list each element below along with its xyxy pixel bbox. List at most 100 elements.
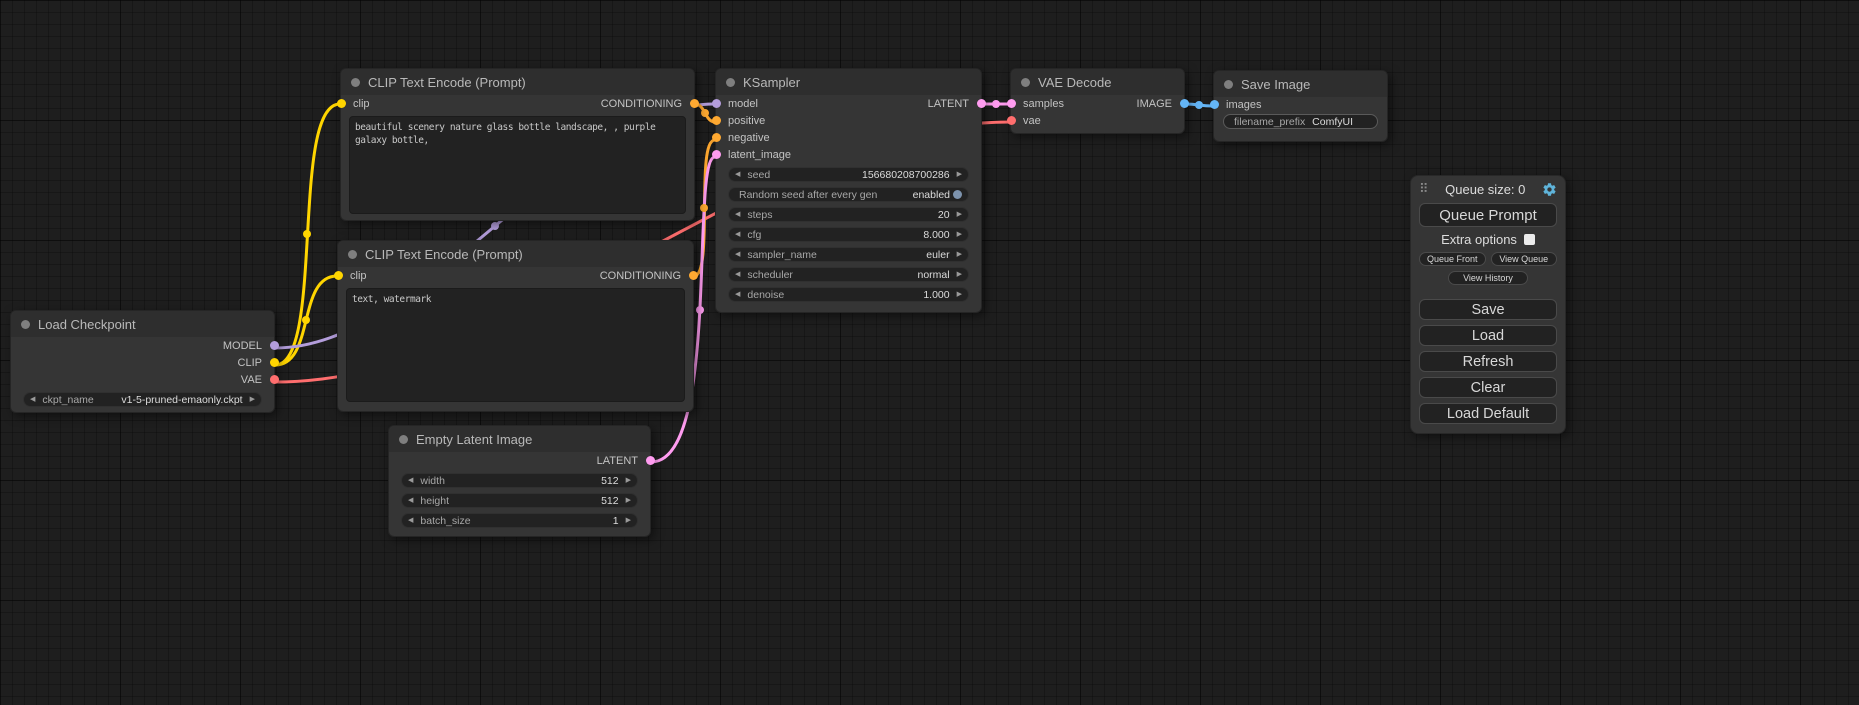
node-title-bar[interactable]: Empty Latent Image (389, 426, 650, 452)
widget-label: height (420, 495, 449, 507)
clip-output-port[interactable] (270, 358, 279, 367)
samples-input-port[interactable] (1007, 99, 1016, 108)
node-clip-text-encode-negative[interactable]: CLIP Text Encode (Prompt) clip CONDITION… (337, 240, 694, 412)
width-widget[interactable]: ◀ width 512 ▶ (401, 473, 638, 488)
decrement-arrow-icon[interactable]: ◀ (735, 291, 740, 298)
vae-output-port[interactable] (270, 375, 279, 384)
node-collapse-dot[interactable] (21, 320, 30, 329)
view-history-button[interactable]: View History (1448, 271, 1528, 285)
increment-arrow-icon[interactable]: ▶ (626, 497, 631, 504)
decrement-arrow-icon[interactable]: ◀ (408, 477, 413, 484)
decrement-arrow-icon[interactable]: ◀ (735, 231, 740, 238)
increment-arrow-icon[interactable]: ▶ (626, 517, 631, 524)
menu-drag-handle-icon[interactable]: ⠿ (1419, 181, 1429, 197)
port-label: VAE (241, 374, 262, 386)
increment-arrow-icon[interactable]: ▶ (957, 171, 962, 178)
prompt-textarea[interactable]: beautiful scenery nature glass bottle la… (349, 116, 686, 214)
image-output-port[interactable] (1180, 99, 1189, 108)
node-collapse-dot[interactable] (399, 435, 408, 444)
increment-arrow-icon[interactable]: ▶ (626, 477, 631, 484)
node-collapse-dot[interactable] (348, 250, 357, 259)
port-row: vae (1011, 112, 1184, 129)
widget-label: denoise (747, 289, 784, 301)
port-label: LATENT (597, 455, 638, 467)
node-title-bar[interactable]: CLIP Text Encode (Prompt) (341, 69, 694, 95)
extra-options-checkbox[interactable] (1524, 234, 1535, 245)
settings-gear-icon[interactable] (1542, 182, 1557, 197)
node-collapse-dot[interactable] (1224, 80, 1233, 89)
node-ksampler[interactable]: KSampler model LATENT positive negative … (715, 68, 982, 313)
node-collapse-dot[interactable] (351, 78, 360, 87)
node-load-checkpoint[interactable]: Load Checkpoint MODEL CLIP VAE ◀ ckpt_na… (10, 310, 275, 413)
increment-arrow-icon[interactable]: ▶ (957, 211, 962, 218)
node-empty-latent-image[interactable]: Empty Latent Image LATENT ◀ width 512 ▶ … (388, 425, 651, 537)
latent-output-port[interactable] (646, 456, 655, 465)
decrement-arrow-icon[interactable]: ◀ (735, 271, 740, 278)
queue-front-button[interactable]: Queue Front (1419, 252, 1486, 266)
queue-prompt-button[interactable]: Queue Prompt (1419, 203, 1557, 227)
widget-label: steps (747, 209, 772, 221)
positive-input-port[interactable] (712, 116, 721, 125)
increment-arrow-icon[interactable]: ▶ (957, 251, 962, 258)
widget-value: enabled (913, 189, 950, 201)
node-title-bar[interactable]: CLIP Text Encode (Prompt) (338, 241, 693, 267)
node-clip-text-encode-positive[interactable]: CLIP Text Encode (Prompt) clip CONDITION… (340, 68, 695, 221)
decrement-arrow-icon[interactable]: ◀ (408, 497, 413, 504)
decrement-arrow-icon[interactable]: ◀ (408, 517, 413, 524)
increment-arrow-icon[interactable]: ▶ (250, 396, 255, 403)
decrement-arrow-icon[interactable]: ◀ (735, 171, 740, 178)
port-label: clip (353, 98, 370, 110)
seed-widget[interactable]: ◀ seed 156680208700286 ▶ (728, 167, 969, 182)
node-save-image[interactable]: Save Image images filename_prefix ComfyU… (1213, 70, 1388, 142)
decrement-arrow-icon[interactable]: ◀ (30, 396, 35, 403)
images-input-port[interactable] (1210, 100, 1219, 109)
widget-label: scheduler (747, 269, 793, 281)
node-graph-canvas[interactable]: CLIP Text Encode (Prompt) clip CONDITION… (0, 0, 1859, 705)
conditioning-output-port[interactable] (690, 99, 699, 108)
vae-input-port[interactable] (1007, 116, 1016, 125)
port-row: model LATENT (716, 95, 981, 112)
height-widget[interactable]: ◀ height 512 ▶ (401, 493, 638, 508)
latent-output-port[interactable] (977, 99, 986, 108)
refresh-button[interactable]: Refresh (1419, 351, 1557, 372)
widget-value: 8.000 (923, 229, 949, 241)
increment-arrow-icon[interactable]: ▶ (957, 231, 962, 238)
model-output-port[interactable] (270, 341, 279, 350)
batch-size-widget[interactable]: ◀ batch_size 1 ▶ (401, 513, 638, 528)
scheduler-widget[interactable]: ◀ scheduler normal ▶ (728, 267, 969, 282)
save-button[interactable]: Save (1419, 299, 1557, 320)
model-input-port[interactable] (712, 99, 721, 108)
clear-button[interactable]: Clear (1419, 377, 1557, 398)
load-button[interactable]: Load (1419, 325, 1557, 346)
decrement-arrow-icon[interactable]: ◀ (735, 251, 740, 258)
ckpt-name-widget[interactable]: ◀ ckpt_name v1-5-pruned-emaonly.ckpt ▶ (23, 392, 262, 407)
prompt-textarea[interactable]: text, watermark (346, 288, 685, 402)
node-collapse-dot[interactable] (1021, 78, 1030, 87)
node-collapse-dot[interactable] (726, 78, 735, 87)
denoise-widget[interactable]: ◀ denoise 1.000 ▶ (728, 287, 969, 302)
view-queue-button[interactable]: View Queue (1491, 252, 1558, 266)
negative-input-port[interactable] (712, 133, 721, 142)
steps-widget[interactable]: ◀ steps 20 ▶ (728, 207, 969, 222)
conditioning-output-port[interactable] (689, 271, 698, 280)
port-row: negative (716, 129, 981, 146)
filename-prefix-widget[interactable]: filename_prefix ComfyUI (1223, 114, 1378, 129)
port-row: latent_image (716, 146, 981, 163)
increment-arrow-icon[interactable]: ▶ (957, 271, 962, 278)
clip-input-port[interactable] (334, 271, 343, 280)
node-title-bar[interactable]: KSampler (716, 69, 981, 95)
cfg-widget[interactable]: ◀ cfg 8.000 ▶ (728, 227, 969, 242)
node-title-bar[interactable]: Load Checkpoint (11, 311, 274, 337)
increment-arrow-icon[interactable]: ▶ (957, 291, 962, 298)
widget-value: 1.000 (923, 289, 949, 301)
random-seed-toggle-dot[interactable] (953, 190, 962, 199)
decrement-arrow-icon[interactable]: ◀ (735, 211, 740, 218)
node-title-bar[interactable]: Save Image (1214, 71, 1387, 97)
random-seed-widget[interactable]: Random seed after every gen enabled (728, 187, 969, 202)
load-default-button[interactable]: Load Default (1419, 403, 1557, 424)
node-vae-decode[interactable]: VAE Decode samples IMAGE vae (1010, 68, 1185, 134)
sampler-name-widget[interactable]: ◀ sampler_name euler ▶ (728, 247, 969, 262)
latent-image-input-port[interactable] (712, 150, 721, 159)
clip-input-port[interactable] (337, 99, 346, 108)
node-title-bar[interactable]: VAE Decode (1011, 69, 1184, 95)
